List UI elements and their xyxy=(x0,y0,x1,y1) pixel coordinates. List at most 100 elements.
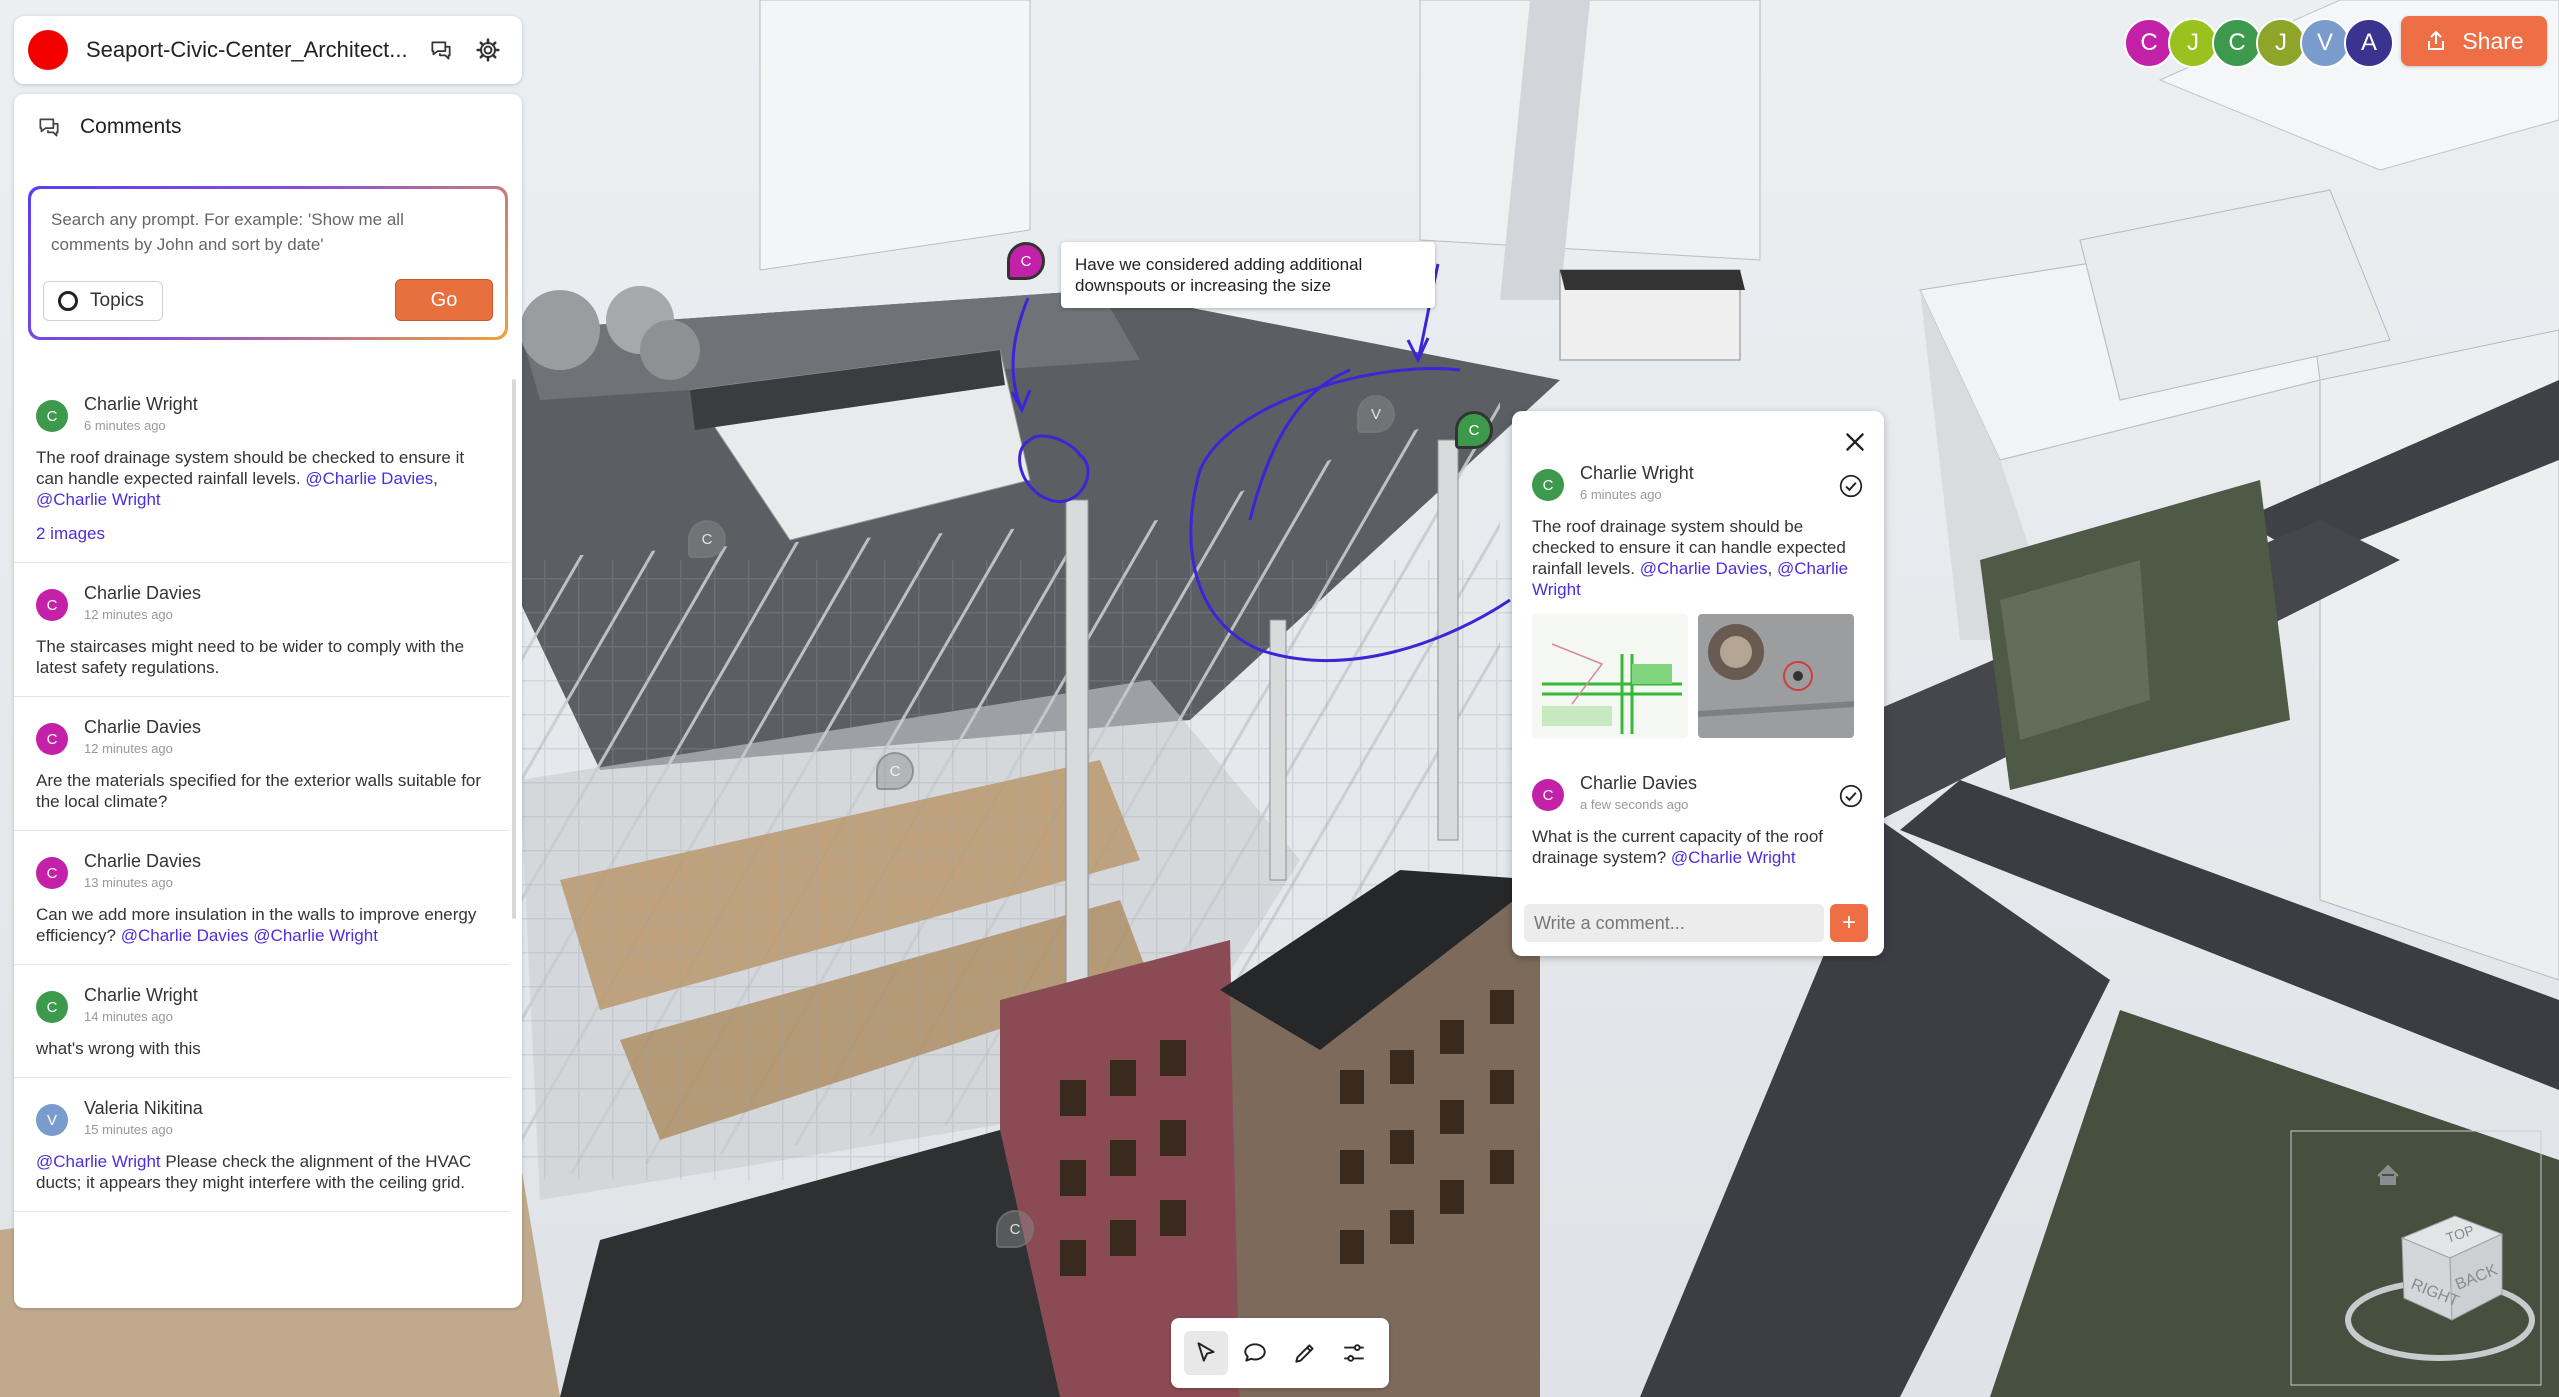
share-button[interactable]: Share xyxy=(2401,16,2547,66)
comment-time: 14 minutes ago xyxy=(84,1009,173,1024)
gear-icon xyxy=(476,38,500,62)
send-reply-button[interactable]: + xyxy=(1830,904,1868,942)
go-button[interactable]: Go xyxy=(395,279,493,321)
comment-author: Charlie Wright xyxy=(84,985,198,1005)
settings-sliders-tool-button[interactable] xyxy=(1332,1331,1376,1375)
ai-prompt-box: Search any prompt. For example: 'Show me… xyxy=(28,186,508,340)
mention-link[interactable]: @Charlie Wright xyxy=(253,926,378,945)
avatar: C xyxy=(36,857,68,889)
speech-bubble-icon xyxy=(1244,1343,1266,1362)
document-title: Seaport-Civic-Center_Architect... xyxy=(86,37,408,62)
prompt-input[interactable]: Search any prompt. For example: 'Show me… xyxy=(51,207,485,257)
resolve-check-icon[interactable] xyxy=(1838,783,1864,809)
comment-text: The roof drainage system should be check… xyxy=(36,448,465,509)
comment-time: 12 minutes ago xyxy=(84,607,173,622)
comment-item[interactable]: V Valeria Nikitina 15 minutes ago @Charl… xyxy=(14,1078,510,1212)
comment-item[interactable]: C Charlie Davies 12 minutes ago The stai… xyxy=(14,563,510,697)
comment-time: a few seconds ago xyxy=(1580,797,1689,812)
comment-text: Are the materials specified for the exte… xyxy=(36,771,482,811)
brand-logo[interactable] xyxy=(28,30,68,70)
cursor-arrow-icon xyxy=(1197,1342,1215,1362)
comment-time: 12 minutes ago xyxy=(84,741,173,756)
share-icon xyxy=(2428,30,2445,50)
comments-icon xyxy=(431,41,451,60)
attachments-link[interactable]: 2 images xyxy=(36,524,496,544)
comment-time: 15 minutes ago xyxy=(84,1122,173,1137)
comment-list: C Charlie Wright 6 minutes ago The roof … xyxy=(14,374,510,1212)
comment-pin[interactable]: C xyxy=(876,752,914,790)
comment-pin[interactable]: V xyxy=(1357,395,1395,433)
pen-tool-button[interactable] xyxy=(1283,1331,1327,1375)
attachment-thumbnails xyxy=(1532,614,1864,738)
topics-icon xyxy=(58,291,78,311)
topics-label: Topics xyxy=(90,290,144,311)
avatar: V xyxy=(36,1104,68,1136)
comment-text: The staircases might need to be wider to… xyxy=(36,637,465,677)
comment-callout[interactable]: Have we considered adding additional dow… xyxy=(1061,242,1435,308)
collaborator-avatar[interactable]: J xyxy=(2256,18,2306,68)
comment-text: what's wrong with this xyxy=(36,1039,201,1058)
collaborator-avatar[interactable]: J xyxy=(2168,18,2218,68)
avatar: C xyxy=(36,723,68,755)
document-title-bar: Seaport-Civic-Center_Architect... xyxy=(14,16,522,84)
comment-text: @Charlie Wright Please check the alignme… xyxy=(36,1152,472,1192)
comment-pin-active[interactable]: C xyxy=(1455,411,1493,449)
comment-author: Charlie Davies xyxy=(1580,773,1698,793)
mention-link[interactable]: @Charlie Davies xyxy=(305,469,433,488)
attachment-image-drawing[interactable] xyxy=(1532,614,1688,738)
attachment-image-photo[interactable] xyxy=(1698,614,1854,738)
collaborator-avatar[interactable]: V xyxy=(2300,18,2350,68)
avatar: C xyxy=(1532,469,1564,501)
tool-palette xyxy=(1171,1318,1389,1388)
collaborator-avatars: C J C J V A xyxy=(2124,18,2394,68)
avatar: C xyxy=(1532,779,1564,811)
close-icon[interactable] xyxy=(1842,429,1868,455)
comment-pin[interactable]: C xyxy=(996,1210,1034,1248)
avatar: C xyxy=(36,400,68,432)
comment-list-scrollbar[interactable] xyxy=(512,379,516,919)
thread-comment: C Charlie Wright 6 minutes ago The roof … xyxy=(1532,463,1864,738)
reply-input[interactable]: Write a comment... xyxy=(1524,904,1824,942)
mention-link[interactable]: @Charlie Davies xyxy=(1640,559,1768,578)
share-label: Share xyxy=(2462,27,2524,54)
comment-pin[interactable]: C xyxy=(1007,242,1045,280)
mention-link[interactable]: @Charlie Wright xyxy=(36,490,161,509)
comment-tool-button[interactable] xyxy=(1233,1331,1277,1375)
resolve-check-icon[interactable] xyxy=(1838,473,1864,499)
comment-item[interactable]: C Charlie Wright 14 minutes ago what's w… xyxy=(14,965,510,1078)
mention-link[interactable]: @Charlie Wright xyxy=(1671,848,1796,867)
comment-item[interactable]: C Charlie Davies 13 minutes ago Can we a… xyxy=(14,831,510,965)
settings-button[interactable] xyxy=(468,30,508,70)
collaborator-avatar[interactable]: C xyxy=(2124,18,2174,68)
comment-text: The roof drainage system should be check… xyxy=(1532,517,1849,599)
topics-button[interactable]: Topics xyxy=(43,281,163,321)
comment-author: Charlie Davies xyxy=(84,851,202,871)
mention-link[interactable]: @Charlie Davies xyxy=(121,926,249,945)
thread-comment: C Charlie Davies a few seconds ago What … xyxy=(1532,773,1864,868)
comment-time: 6 minutes ago xyxy=(84,418,166,433)
comment-author: Charlie Davies xyxy=(84,583,202,603)
sliders-icon xyxy=(1344,1344,1364,1362)
comment-item[interactable]: C Charlie Davies 12 minutes ago Are the … xyxy=(14,697,510,831)
avatar: C xyxy=(36,991,68,1023)
comments-icon xyxy=(39,118,59,137)
comment-time: 6 minutes ago xyxy=(1580,487,1662,502)
home-icon[interactable] xyxy=(2377,1164,2399,1185)
select-tool-button[interactable] xyxy=(1183,1331,1228,1375)
comments-panel-title: Comments xyxy=(80,115,182,138)
comments-toggle-button[interactable] xyxy=(421,30,461,70)
comment-text: What is the current capacity of the roof… xyxy=(1532,827,1824,867)
collaborator-avatar[interactable]: C xyxy=(2212,18,2262,68)
comment-author: Charlie Wright xyxy=(1580,463,1694,483)
comment-thread-popup: C Charlie Wright 6 minutes ago The roof … xyxy=(1512,411,1884,956)
comment-text: Can we add more insulation in the walls … xyxy=(36,905,477,945)
comment-author: Charlie Davies xyxy=(84,717,202,737)
comments-panel: Comments Search any prompt. For example:… xyxy=(14,94,522,1308)
collaborator-avatar[interactable]: A xyxy=(2344,18,2394,68)
view-navigation-cube[interactable]: TOP RIGHT BACK xyxy=(2290,1130,2542,1386)
comment-item[interactable]: C Charlie Wright 6 minutes ago The roof … xyxy=(14,374,510,563)
comment-pin[interactable]: C xyxy=(688,520,726,558)
comment-author: Valeria Nikitina xyxy=(84,1098,203,1118)
mention-link[interactable]: @Charlie Wright xyxy=(36,1152,161,1171)
comment-author: Charlie Wright xyxy=(84,394,198,414)
